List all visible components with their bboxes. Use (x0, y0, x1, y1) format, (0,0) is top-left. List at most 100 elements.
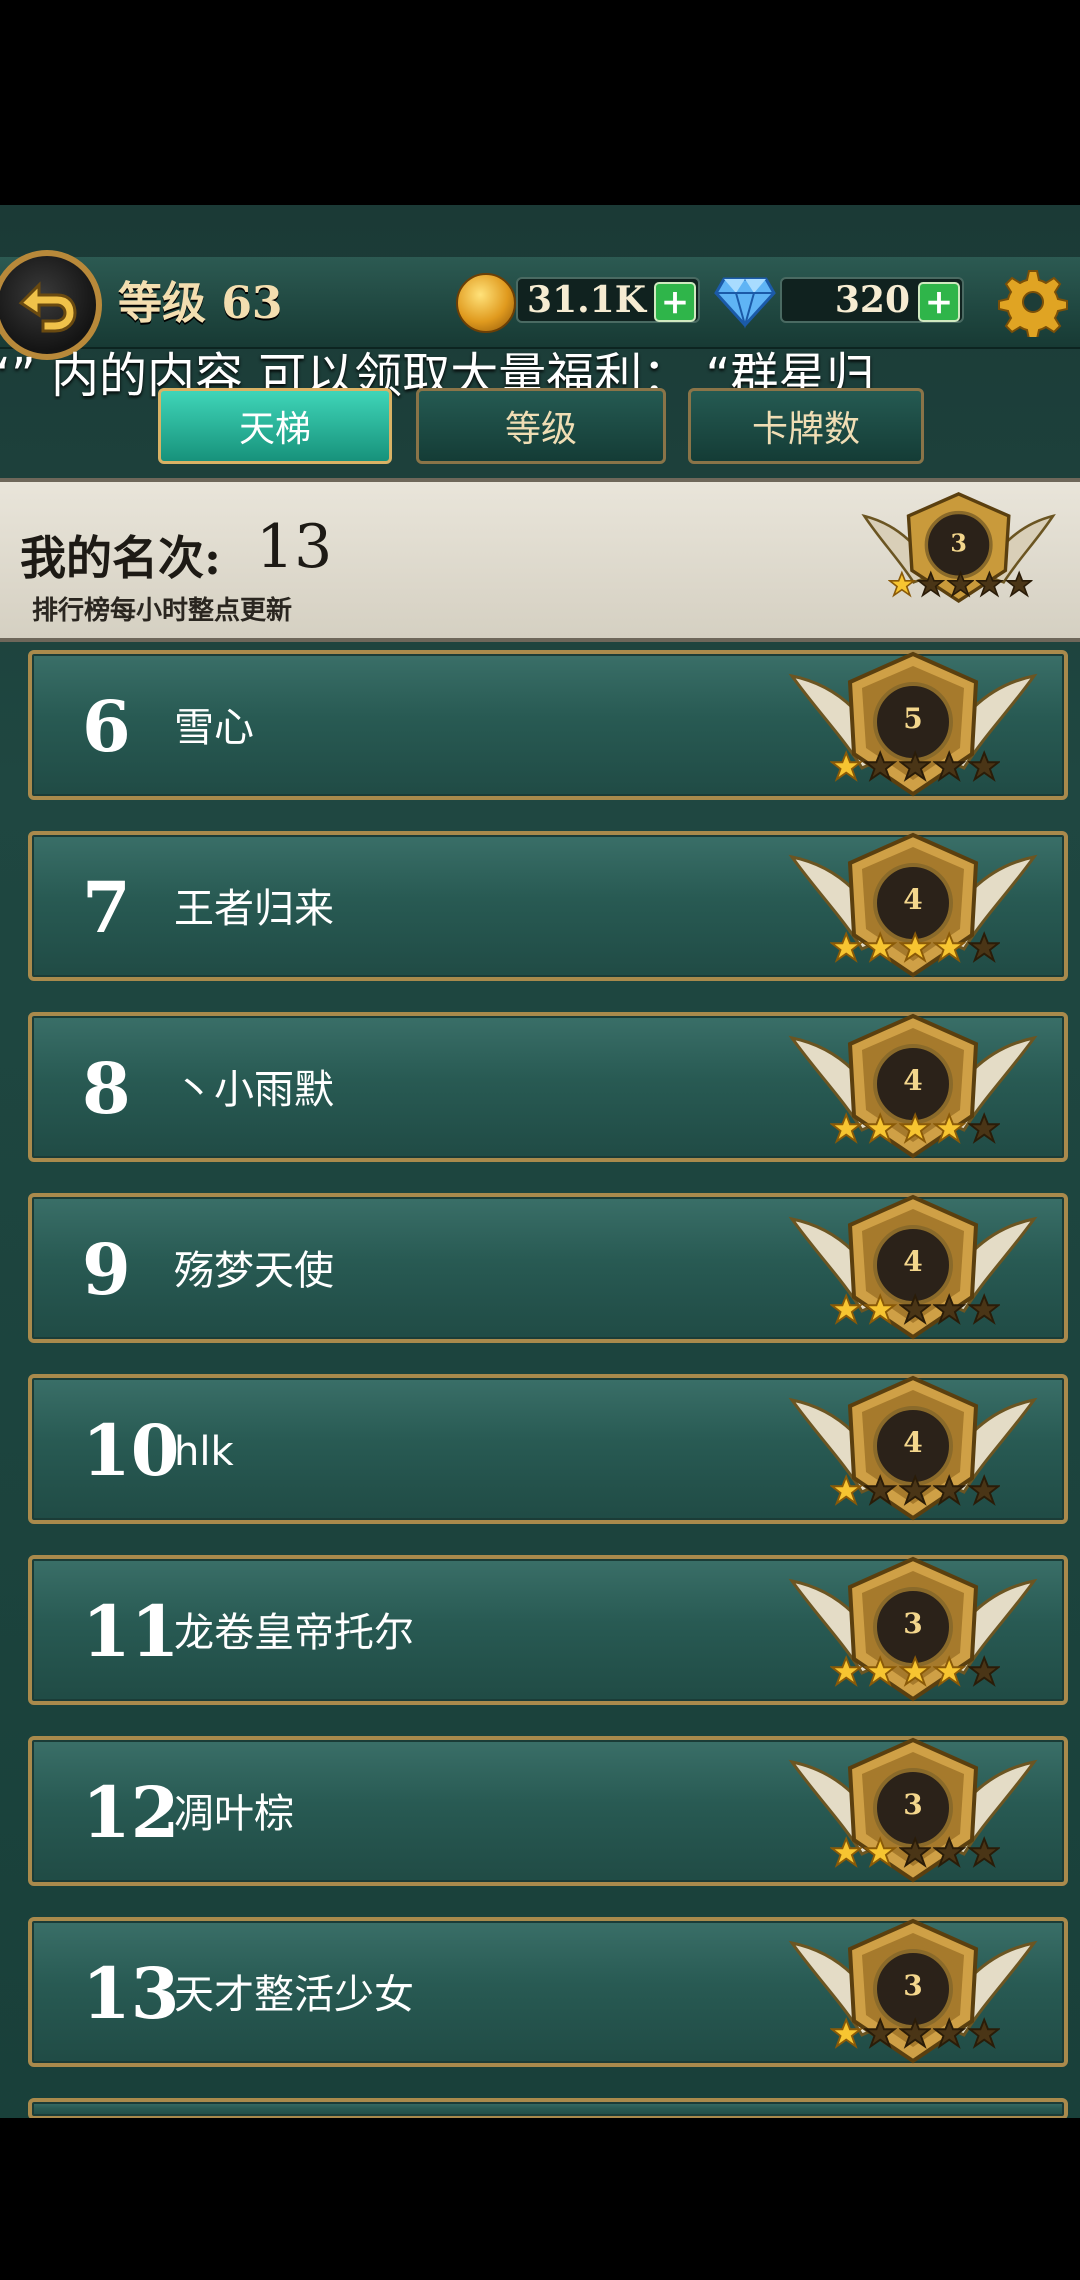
gem-balance: 320 + (780, 277, 964, 323)
star-empty-icon (933, 1474, 966, 1506)
star-empty-icon (967, 1655, 1001, 1687)
rank-row[interactable]: 11 龙卷皇帝托尔 3 (28, 1555, 1068, 1705)
rank-emblem: 5 (782, 646, 1044, 806)
rank-number: 10 (82, 1409, 180, 1492)
add-gems-button[interactable]: + (918, 282, 960, 322)
emblem-stars (830, 1655, 1001, 1691)
tab-card-count[interactable]: 卡牌数 (688, 388, 924, 464)
rank-emblem: 4 (782, 1008, 1044, 1168)
star-filled-icon (830, 750, 863, 782)
diamond-icon (714, 277, 776, 329)
star-empty-icon (933, 1836, 966, 1868)
tab-bar: 天梯 等级 卡牌数 (0, 388, 1080, 472)
player-level: 等级 63 (118, 278, 283, 329)
bottom-blank-area (0, 2118, 1080, 2280)
tab-ladder-label: 天梯 (238, 409, 311, 450)
star-filled-icon (830, 1474, 863, 1506)
star-filled-icon (830, 1112, 863, 1144)
back-arrow-icon (18, 281, 77, 333)
star-empty-icon (898, 1474, 932, 1506)
rank-row[interactable]: 10 hlk 4 (28, 1374, 1068, 1524)
star-empty-icon (864, 2017, 897, 2049)
player-name: 天才整活少女 (174, 1972, 414, 2018)
rank-row[interactable]: 7 王者归来 4 (28, 831, 1068, 981)
star-empty-icon (864, 1474, 897, 1506)
star-empty-icon (975, 570, 1004, 598)
star-filled-icon (864, 931, 897, 963)
emblem-stars (830, 1112, 1001, 1148)
rank-number: 12 (82, 1771, 180, 1854)
star-empty-icon (898, 750, 932, 782)
star-empty-icon (898, 1836, 932, 1868)
star-empty-icon (967, 750, 1001, 782)
player-name: 殇梦天使 (174, 1248, 334, 1294)
emblem-level: 4 (903, 1426, 923, 1459)
rank-row[interactable]: 6 雪心 5 (28, 650, 1068, 800)
star-empty-icon (898, 2017, 932, 2049)
star-filled-icon (830, 2017, 863, 2049)
emblem-stars (830, 1474, 1001, 1510)
star-empty-icon (967, 931, 1001, 963)
my-rank-panel: 我的名次: 13 排行榜每小时整点更新 3 (0, 478, 1080, 642)
rank-emblem: 3 (782, 1732, 1044, 1892)
star-empty-icon (967, 1112, 1001, 1144)
rank-row[interactable]: 13 天才整活少女 3 (28, 1917, 1068, 2067)
star-filled-icon (933, 1112, 966, 1144)
my-rank-emblem-level: 3 (950, 529, 967, 558)
emblem-stars (830, 2017, 1001, 2053)
emblem-level: 3 (903, 1788, 923, 1821)
rank-number: 7 (82, 866, 131, 949)
my-rank-value: 13 (256, 512, 333, 582)
player-name: 丶小雨默 (174, 1067, 334, 1113)
rank-emblem: 4 (782, 1189, 1044, 1349)
star-filled-icon (888, 570, 916, 598)
rank-row[interactable]: 9 殇梦天使 4 (28, 1193, 1068, 1343)
rank-emblem: 3 (782, 1551, 1044, 1711)
gear-icon[interactable] (998, 267, 1068, 337)
star-empty-icon (933, 1293, 966, 1325)
tab-ladder[interactable]: 天梯 (158, 388, 392, 464)
coin-icon (456, 273, 516, 333)
rank-number: 9 (82, 1228, 131, 1311)
star-empty-icon (967, 1293, 1001, 1325)
emblem-stars (830, 750, 1001, 786)
emblem-level: 3 (903, 1607, 923, 1640)
star-filled-icon (830, 931, 863, 963)
star-filled-icon (898, 931, 932, 963)
rank-row[interactable]: 8 丶小雨默 4 (28, 1012, 1068, 1162)
player-name: 龙卷皇帝托尔 (174, 1610, 414, 1656)
emblem-level: 4 (903, 1245, 923, 1278)
my-rank-emblem: 3 (847, 482, 1070, 618)
my-rank-label: 我的名次: (20, 531, 221, 585)
emblem-stars (830, 1293, 1001, 1329)
gem-amount: 320 (834, 279, 910, 321)
rank-row-partial[interactable] (28, 2098, 1068, 2120)
emblem-level: 4 (903, 883, 923, 916)
player-name: 雪心 (174, 705, 254, 751)
star-filled-icon (898, 1112, 932, 1144)
emblem-level: 4 (903, 1064, 923, 1097)
add-coins-button[interactable]: + (654, 282, 696, 322)
player-name: 王者归来 (174, 886, 334, 932)
rank-number: 6 (82, 685, 131, 768)
tab-card-count-label: 卡牌数 (751, 409, 860, 450)
rank-row[interactable]: 12 凋叶棕 3 (28, 1736, 1068, 1886)
rank-emblem: 3 (782, 1913, 1044, 2073)
star-empty-icon (933, 2017, 966, 2049)
star-empty-icon (967, 1474, 1001, 1506)
star-empty-icon (917, 570, 945, 598)
rank-number: 8 (82, 1047, 131, 1130)
coin-amount: 31.1K (527, 279, 646, 321)
player-name: hlk (174, 1429, 234, 1475)
tab-level[interactable]: 等级 (416, 388, 666, 464)
star-filled-icon (864, 1655, 897, 1687)
star-empty-icon (1005, 570, 1033, 598)
my-rank-stars (888, 570, 1033, 601)
star-filled-icon (898, 1655, 932, 1687)
tab-level-label: 等级 (504, 409, 577, 450)
emblem-stars (830, 1836, 1001, 1872)
star-empty-icon (933, 750, 966, 782)
rank-number: 13 (82, 1952, 180, 2035)
star-filled-icon (864, 1836, 897, 1868)
coin-balance: 31.1K + (516, 277, 700, 323)
